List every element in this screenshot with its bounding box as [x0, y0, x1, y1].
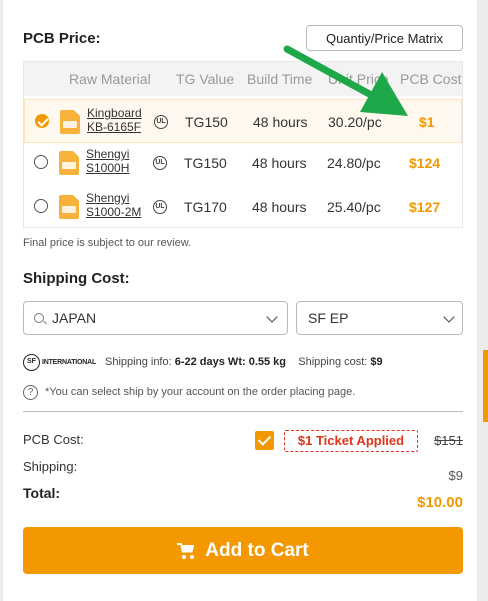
row-radio[interactable] — [34, 155, 48, 169]
shipping-method-select[interactable]: SF EP — [296, 301, 463, 335]
tg-value: TG150 — [184, 155, 227, 171]
pcb-cost: $127 — [409, 199, 441, 215]
ship-account-hint: *You can select ship by your account on … — [45, 386, 356, 398]
material-link[interactable]: Shengyi S1000H — [86, 147, 129, 175]
shipping-info: Shipping info: 6-22 days Wt: 0.55 kg Shi… — [105, 356, 383, 368]
original-price: $151 — [434, 433, 463, 448]
col-unit-price: Unit Price — [328, 71, 389, 87]
ul-cert-icon: UL — [154, 115, 168, 129]
material-table: Raw Material TG Value Build Time Unit Pr… — [23, 61, 463, 228]
chevron-down-icon — [443, 311, 455, 323]
ul-cert-icon: UL — [153, 156, 167, 170]
country-select[interactable]: JAPAN — [23, 301, 288, 335]
add-to-cart-button[interactable]: Add to Cart — [23, 527, 463, 574]
shipping-cost-title: Shipping Cost: — [23, 270, 130, 287]
build-time: 48 hours — [253, 114, 308, 130]
file-icon — [59, 151, 79, 175]
side-tab-accent[interactable] — [483, 350, 488, 422]
country-value: JAPAN — [52, 310, 97, 326]
divider — [23, 411, 463, 412]
row-radio[interactable] — [34, 199, 48, 213]
unit-price: 30.20/pc — [328, 114, 382, 130]
pcb-cost: $1 — [419, 114, 435, 130]
search-icon — [34, 313, 44, 323]
table-row[interactable]: Kingboard KB-6165F UL TG150 48 hours 30.2… — [24, 99, 462, 143]
tg-value: TG150 — [185, 114, 228, 130]
price-review-note: Final price is subject to our review. — [23, 237, 192, 249]
ticket-checkbox[interactable] — [255, 431, 274, 450]
col-tg-value: TG Value — [176, 71, 235, 87]
ul-cert-icon: UL — [153, 200, 167, 214]
build-time: 48 hours — [252, 199, 307, 215]
pcb-cost-label: PCB Cost: — [23, 432, 84, 447]
file-icon — [59, 195, 79, 219]
total-value: $10.00 — [417, 494, 463, 511]
table-row[interactable]: Shengyi S1000H UL TG150 48 hours 24.80/pc… — [24, 141, 462, 185]
price-matrix-button[interactable]: Quantiy/Price Matrix — [306, 25, 463, 51]
sf-international-logo: SF INTERNATIONAL — [23, 354, 96, 371]
ticket-badge: $1 Ticket Applied — [284, 430, 418, 452]
material-link[interactable]: Kingboard KB-6165F — [87, 106, 142, 134]
unit-price: 25.40/pc — [327, 199, 381, 215]
pcb-cost: $124 — [409, 155, 441, 171]
tg-value: TG170 — [184, 199, 227, 215]
total-label: Total: — [23, 485, 61, 501]
row-radio-checked[interactable] — [35, 114, 49, 128]
shipping-value: $9 — [448, 468, 463, 483]
shipping-label: Shipping: — [23, 459, 78, 474]
unit-price: 24.80/pc — [327, 155, 381, 171]
shipping-method-value: SF EP — [308, 310, 349, 326]
table-header: Raw Material TG Value Build Time Unit Pr… — [24, 62, 462, 96]
help-icon: ? — [23, 385, 38, 400]
material-link[interactable]: Shengyi S1000-2M — [86, 191, 141, 219]
col-raw-material: Raw Material — [69, 71, 151, 87]
table-row[interactable]: Shengyi S1000-2M UL TG170 48 hours 25.40/… — [24, 185, 462, 229]
col-pcb-cost: PCB Cost — [400, 71, 462, 87]
cart-icon — [177, 542, 195, 559]
col-build-time: Build Time — [247, 71, 313, 87]
add-to-cart-label: Add to Cart — [205, 539, 309, 561]
chevron-down-icon — [266, 311, 278, 323]
build-time: 48 hours — [252, 155, 307, 171]
file-icon — [60, 110, 80, 134]
pcb-price-title: PCB Price: — [23, 30, 101, 47]
